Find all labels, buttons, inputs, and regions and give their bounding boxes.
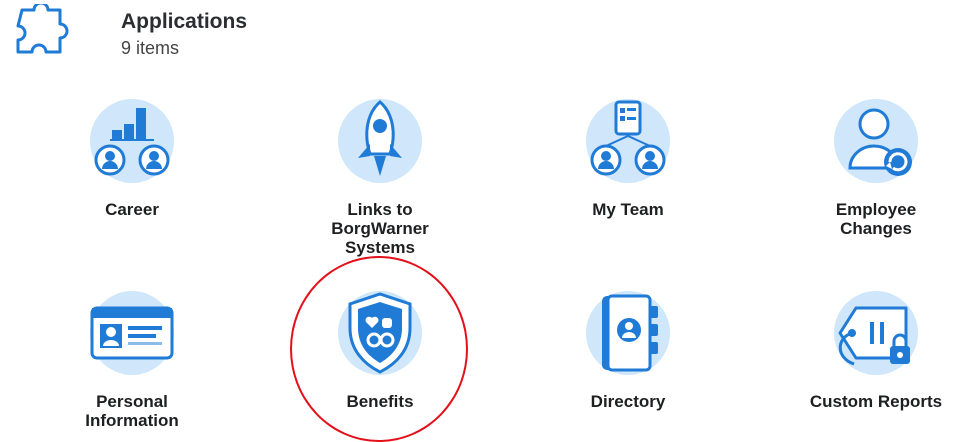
tile-label: Benefits [346,392,414,411]
tile-label: Links to BorgWarner Systems [331,200,429,257]
shield-icon [338,291,422,375]
tile-label: Directory [590,392,666,411]
tile-label: My Team [592,200,664,219]
tile-career[interactable]: Career [42,96,222,236]
tile-personal-information[interactable]: Personal Information [42,288,222,430]
career-icon [90,99,174,183]
team-icon [586,99,670,183]
tile-label: Personal Information [85,392,179,430]
directory-book-icon [586,291,670,375]
tile-label: Employee Changes [835,200,917,238]
tile-employee-changes[interactable]: Employee Changes [786,96,966,238]
tile-my-team[interactable]: My Team [538,96,718,236]
item-count: 9 items [121,38,180,58]
puzzle-icon [16,4,69,54]
tile-directory[interactable]: Directory [538,288,718,428]
id-card-icon [90,291,174,375]
tile-label: Custom Reports [809,392,943,411]
tile-label: Career [105,200,159,219]
tag-lock-icon [834,291,918,375]
tile-links-to-borgwarner-systems[interactable]: Links to BorgWarner Systems [290,96,470,257]
employee-changes-icon [834,99,918,183]
header: Applications 9 items [0,0,966,70]
tile-benefits[interactable]: Benefits [290,288,470,428]
tile-custom-reports[interactable]: Custom Reports [786,288,966,428]
applications-grid: Career Links to BorgWarner Systems My Te… [0,96,966,436]
rocket-icon [338,99,422,183]
page-title: Applications [121,10,248,33]
